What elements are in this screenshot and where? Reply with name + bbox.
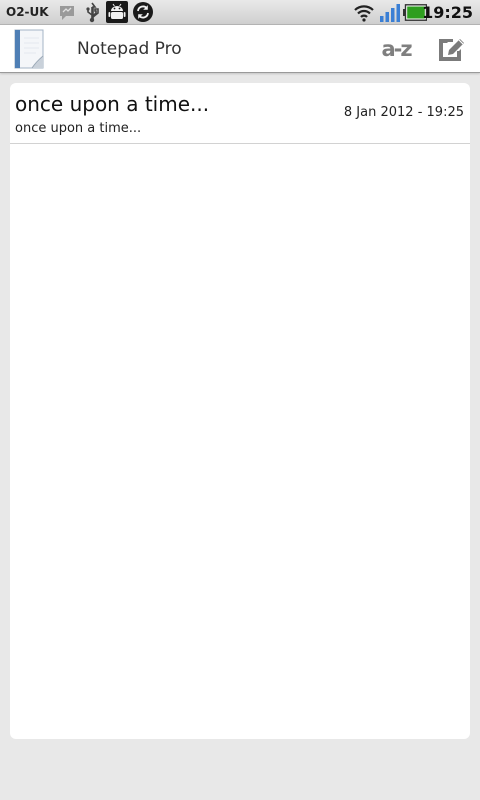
note-list-item[interactable]: once upon a time... once upon a time... … [10,83,470,144]
note-preview: once upon a time... [15,121,142,136]
note-title: once upon a time... [15,92,210,116]
signal-icon [380,4,401,26]
sort-az-icon: a-z [381,37,412,61]
app-bar: Notepad Pro a-z [0,25,480,73]
usb-icon [84,2,100,27]
notes-list: once upon a time... once upon a time... … [10,83,470,739]
notepad-icon [12,28,48,74]
new-note-icon [437,33,465,65]
sort-az-button[interactable]: a-z [378,32,414,66]
new-note-button[interactable] [433,32,469,66]
app-title: Notepad Pro [77,39,182,59]
carrier-label: O2-UK [6,5,49,19]
message-icon [58,4,76,26]
sync-icon [132,1,154,27]
wifi-icon [354,3,374,26]
note-date: 8 Jan 2012 - 19:25 [343,105,464,120]
android-debug-icon [106,1,128,27]
status-bar: O2-UK 19:25 [0,0,480,25]
status-clock: 19:25 [422,3,473,22]
